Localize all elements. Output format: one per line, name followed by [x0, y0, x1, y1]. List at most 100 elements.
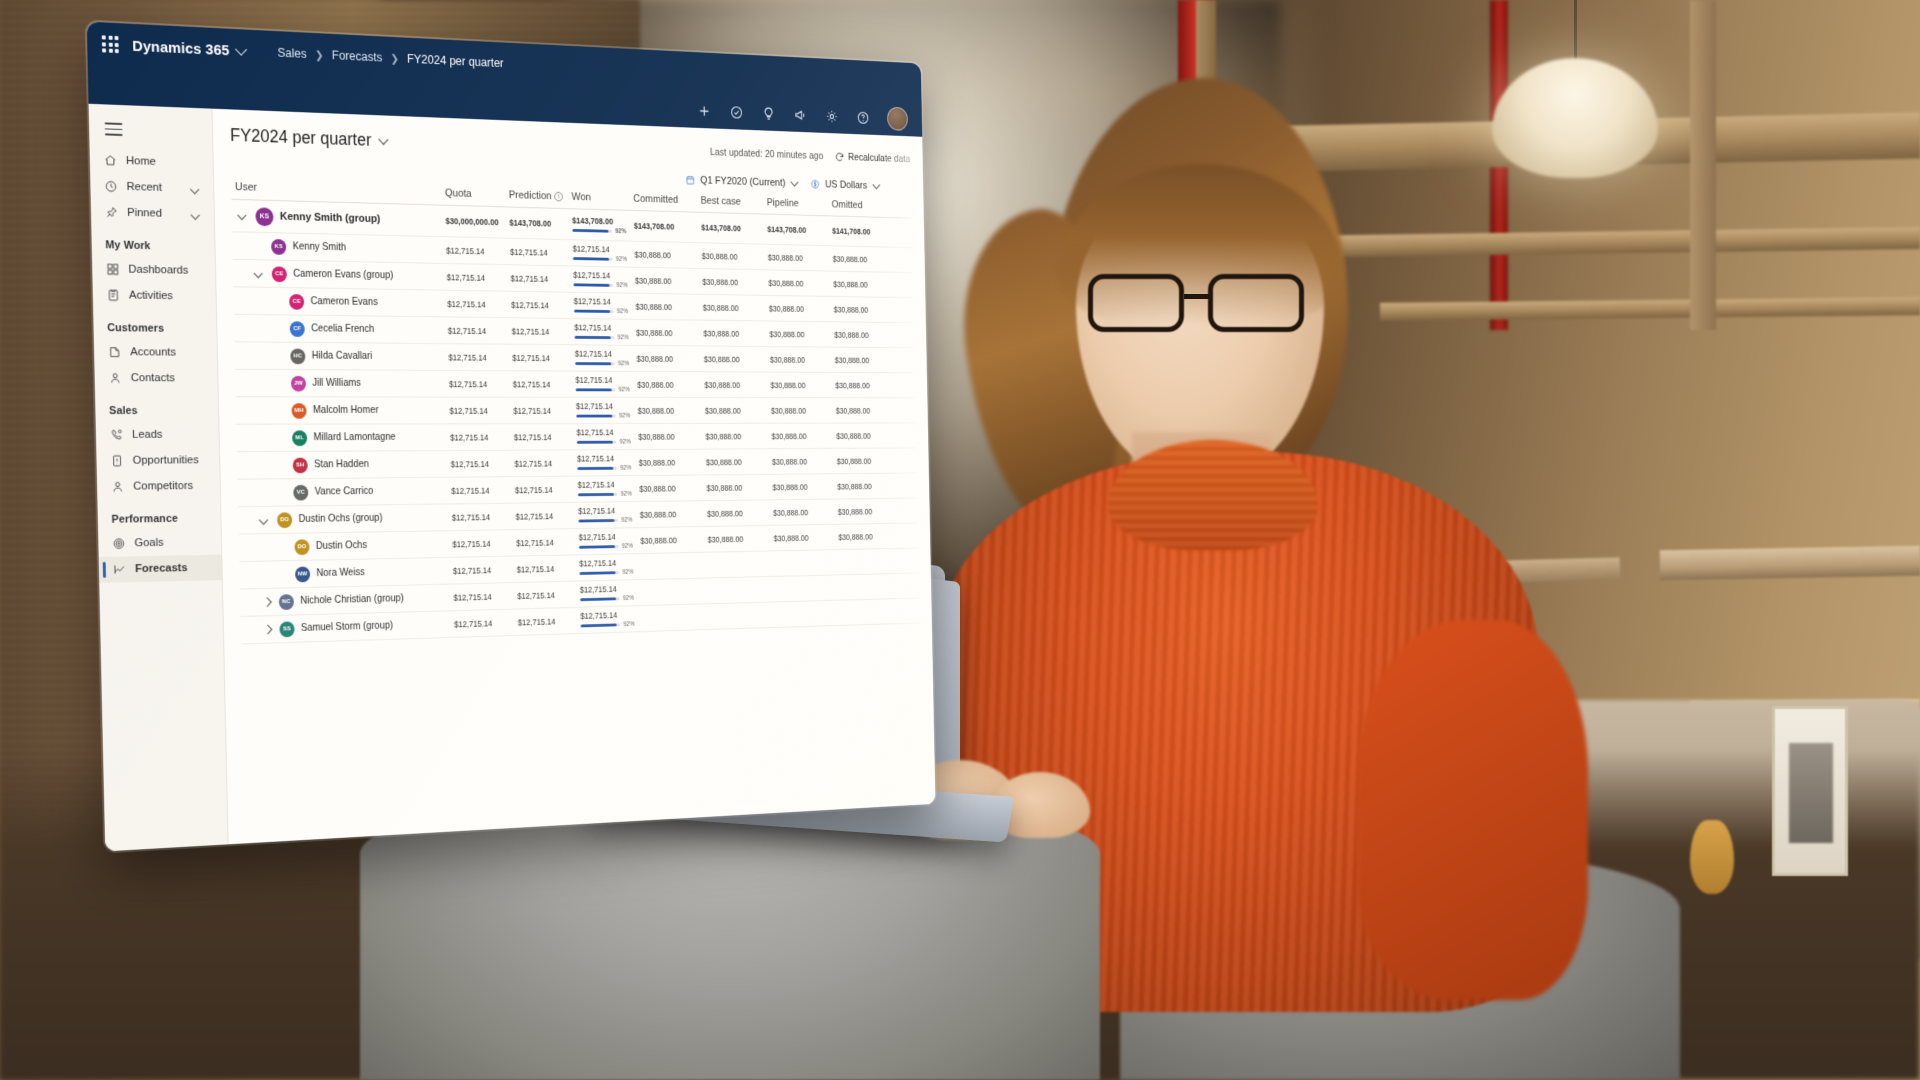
cell-best-case: $30,888.00 — [704, 380, 741, 390]
won-value: $12,715.14 — [573, 296, 611, 307]
won-progress: 92% — [577, 491, 640, 498]
row-user-cell: MH Malcolm Homer — [236, 402, 450, 419]
sidebar-item-dashboards[interactable]: Dashboards — [92, 256, 215, 284]
chevron-expand-icon[interactable] — [189, 184, 200, 194]
row-user-cell: SS Samuel Storm (group) — [241, 616, 454, 638]
chevron-down-icon[interactable] — [235, 43, 248, 56]
cell-best-case: $143,708.00 — [701, 222, 741, 234]
page-title[interactable]: FY2024 per quarter — [230, 125, 389, 151]
sidebar-item-recent[interactable]: Recent — [90, 173, 213, 202]
chevron-down-icon[interactable] — [790, 177, 799, 187]
sidebar-item-pinned[interactable]: Pinned — [91, 199, 214, 228]
avatar: NC — [278, 593, 295, 610]
table-row[interactable]: HC Hilda Cavallari $12,715.14 $12,715.14 $12… — [234, 342, 915, 374]
column-header-won[interactable]: Won — [571, 191, 633, 204]
chevron-down-icon[interactable] — [872, 180, 881, 190]
column-header-user[interactable]: User — [231, 181, 445, 199]
cell-best-case: $30,888.00 — [705, 457, 742, 467]
row-expand-toggle[interactable] — [237, 210, 249, 222]
user-avatar[interactable] — [887, 106, 908, 131]
cell-won: $12,715.14 92% — [578, 506, 640, 525]
breadcrumb-item-forecasts[interactable]: Forecasts — [332, 48, 383, 64]
row-expand-toggle[interactable] — [253, 267, 266, 279]
sidebar-item-goals[interactable]: Goals — [98, 529, 221, 557]
row-expand-toggle[interactable] — [258, 514, 271, 526]
chevron-expand-icon[interactable] — [190, 209, 200, 220]
sidebar-label: Contacts — [130, 372, 175, 385]
progress-track — [575, 388, 616, 392]
cell-quota: $12,715.14 — [453, 618, 493, 629]
sidebar-item-leads[interactable]: Leads — [96, 422, 219, 448]
table-row[interactable]: MH Malcolm Homer $12,715.14 $12,715.14 $12,7… — [235, 397, 916, 425]
breadcrumb-separator: ❯ — [314, 49, 324, 62]
row-user-name: Hilda Cavallari — [311, 350, 373, 362]
won-value: $12,715.14 — [580, 610, 618, 621]
help-question-icon[interactable] — [856, 109, 870, 125]
period-filter[interactable]: Q1 FY2020 (Current) — [685, 174, 799, 189]
cell-pipeline: $30,888.00 — [772, 482, 808, 492]
won-progress: 92% — [574, 334, 636, 341]
column-header-quota[interactable]: Quota — [445, 188, 509, 201]
sidebar-item-opportunities[interactable]: Opportunities — [96, 447, 219, 474]
cell-quota: $12,715.14 — [452, 565, 492, 576]
sidebar-item-accounts[interactable]: Accounts — [94, 339, 217, 366]
progress-track — [572, 228, 612, 233]
cell-quota: $12,715.14 — [446, 245, 485, 256]
cell-won: $12,715.14 92% — [578, 480, 640, 498]
won-value: $12,715.14 — [576, 427, 614, 438]
row-expand-toggle[interactable] — [261, 596, 273, 608]
chevron-down-icon[interactable] — [378, 134, 389, 145]
row-user-name: Nora Weiss — [316, 567, 365, 579]
table-row[interactable]: ML Millard Lamontagne $12,715.14 $12,715.14… — [236, 423, 916, 453]
cell-won: $12,715.14 92% — [573, 244, 635, 263]
breadcrumb-item-sales[interactable]: Sales — [277, 46, 306, 61]
app-launcher-icon[interactable] — [101, 34, 121, 55]
progress-track — [578, 519, 618, 523]
column-header-best-case[interactable]: Best case — [701, 195, 767, 208]
column-header-committed[interactable]: Committed — [633, 193, 701, 206]
won-progress: 92% — [575, 360, 637, 367]
won-percent: 92% — [621, 543, 633, 550]
column-header-omitted[interactable]: Omitted — [832, 199, 896, 212]
cell-omitted: $30,888.00 — [837, 481, 872, 491]
cell-won: $12,715.14 92% — [575, 349, 637, 367]
settings-gear-icon[interactable] — [825, 108, 839, 124]
row-user-cell: KS Kenny Smith — [232, 238, 446, 258]
avatar: JW — [290, 375, 307, 392]
new-icon[interactable] — [697, 102, 711, 118]
table-row[interactable]: JW Jill Williams $12,715.14 $12,715.14 $12,7… — [235, 369, 915, 399]
column-header-pipeline[interactable]: Pipeline — [767, 197, 832, 210]
cell-committed — [642, 617, 709, 619]
sidebar-item-competitors[interactable]: Competitors — [97, 473, 220, 500]
cell-committed — [641, 591, 708, 593]
won-value: $143,708.00 — [571, 215, 614, 226]
currency-filter[interactable]: US Dollars — [811, 179, 881, 192]
lightbulb-icon[interactable] — [762, 105, 776, 121]
sidebar-item-activities[interactable]: Activities — [93, 282, 216, 310]
info-icon[interactable]: i — [554, 191, 563, 202]
won-progress: 92% — [578, 543, 641, 551]
dynamics-365-window: Dynamics 365 Sales ❯ Forecasts ❯ FY2024 … — [86, 21, 936, 852]
sidebar-item-contacts[interactable]: Contacts — [94, 365, 217, 391]
cell-omitted: $30,888.00 — [838, 531, 873, 542]
column-label: Omitted — [831, 199, 863, 211]
row-user-cell: ML Millard Lamontagne — [237, 429, 451, 446]
megaphone-icon[interactable] — [793, 107, 807, 123]
row-expand-toggle[interactable] — [262, 623, 274, 635]
won-percent: 92% — [616, 282, 628, 289]
column-header-prediction[interactable]: Prediction i — [509, 189, 572, 202]
sitemap-toggle-icon[interactable] — [104, 122, 123, 136]
cell-quota: $12,715.14 — [451, 511, 491, 523]
cell-pipeline — [775, 613, 840, 615]
cell-omitted: $30,888.00 — [836, 431, 871, 441]
cell-won: $12,715.14 92% — [580, 584, 642, 603]
avatar: DO — [276, 511, 293, 528]
recalculate-data-button[interactable]: Recalculate data — [834, 151, 910, 165]
cell-best-case: $30,888.00 — [702, 302, 739, 313]
sidebar-item-forecasts[interactable]: Forecasts — [98, 554, 222, 583]
sidebar-label: Pinned — [127, 206, 163, 220]
cell-prediction: $12,715.14 — [515, 511, 554, 522]
sidebar-item-home[interactable]: Home — [90, 147, 213, 177]
check-circle-icon[interactable] — [729, 104, 743, 120]
account-icon — [108, 345, 122, 359]
